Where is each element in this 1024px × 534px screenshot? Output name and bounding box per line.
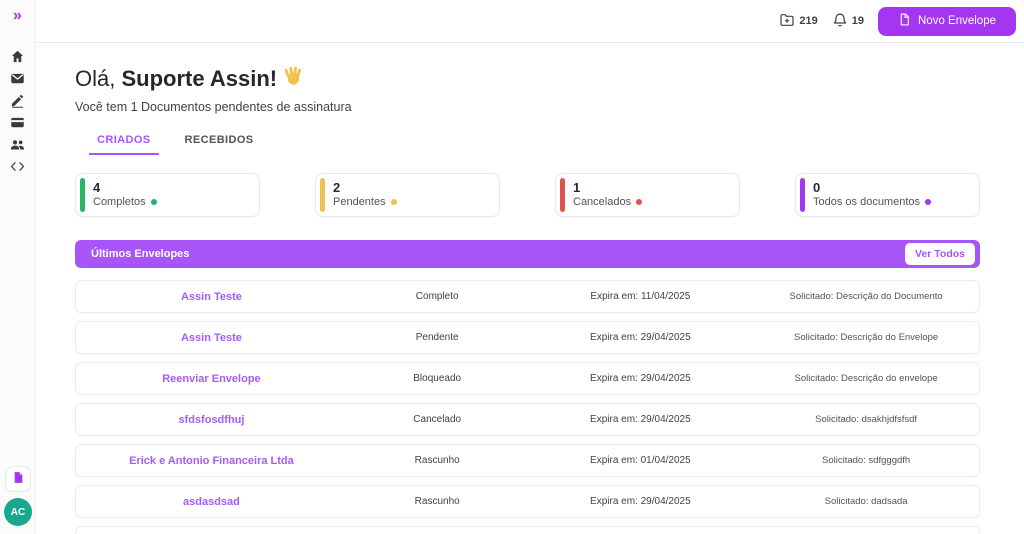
envelope-requested: Solicitado: Descrição do Envelope — [794, 332, 939, 343]
sidebar-item-mail[interactable] — [4, 72, 32, 87]
bell-icon — [832, 12, 848, 31]
topbar: 219 19 Novo Envelope — [36, 0, 1024, 43]
sidebar: » AC — [0, 0, 36, 534]
new-envelope-button[interactable]: Novo Envelope — [878, 6, 1016, 36]
chevrons-right-icon: » — [13, 7, 22, 24]
envelope-status: Bloqueado — [413, 373, 462, 384]
envelope-name-link[interactable]: sfdsfosdfhuj — [76, 414, 347, 426]
stat-count: 2 — [333, 180, 341, 195]
envelope-expires: Expira em: 29/04/2025 — [590, 496, 691, 507]
envelopes-table: Assin Teste Completo Expira em: 11/04/20… — [75, 280, 980, 534]
stat-label: Completos — [93, 196, 146, 209]
accent-bar — [80, 178, 85, 212]
accent-bar — [560, 178, 565, 212]
table-row[interactable]: Erick e Antonio Financeira Ltda Rascunho… — [75, 444, 980, 477]
content-column: 219 19 Novo Envelope Olá, Suporte Assin!… — [36, 0, 1024, 534]
greeting-prefix: Olá, — [75, 65, 122, 91]
sidebar-bottom: AC — [0, 466, 36, 526]
tabs: CRIADOS RECEBIDOS — [89, 130, 980, 155]
new-envelope-label: Novo Envelope — [918, 15, 996, 27]
sidebar-item-home[interactable] — [4, 50, 32, 65]
envelope-name-link[interactable]: Erick e Antonio Financeira Ltda — [76, 455, 347, 467]
stat-label: Pendentes — [333, 196, 386, 209]
envelope-expires: Expira em: 29/04/2025 — [590, 332, 691, 343]
envelope-status: Completo — [415, 291, 459, 302]
envelope-status: Rascunho — [414, 455, 460, 466]
pen-icon — [10, 93, 25, 111]
envelope-requested: Solicitado: Descrição do Documento — [789, 291, 943, 302]
file-icon — [898, 13, 911, 29]
stat-count: 0 — [813, 180, 821, 195]
notifications-count: 19 — [851, 15, 864, 27]
accent-bar — [320, 178, 325, 212]
envelope-name-link[interactable]: asdasdsad — [76, 496, 347, 508]
pending-documents-text: Você tem 1 Documentos pendentes de assin… — [75, 100, 352, 114]
section-title: Últimos Envelopes — [91, 248, 190, 260]
envelope-name-link[interactable]: Assin Teste — [76, 332, 347, 344]
sidebar-expand-button[interactable]: » — [13, 8, 22, 24]
main-content: Olá, Suporte Assin! Você tem 1 Documento… — [36, 43, 1024, 534]
envelope-status: Rascunho — [414, 496, 460, 507]
envelope-requested: Solicitado: Descrição do envelope — [794, 373, 938, 384]
sidebar-item-billing[interactable] — [4, 116, 32, 131]
stat-card-pendentes[interactable]: 2 Pendentes — [315, 173, 500, 217]
avatar[interactable]: AC — [4, 498, 32, 526]
status-dot — [150, 199, 157, 206]
status-dot — [390, 199, 397, 206]
table-row[interactable]: Reenviar Envelope Bloqueado Expira em: 2… — [75, 362, 980, 395]
status-dot — [636, 199, 643, 206]
envelope-expires: Expira em: 29/04/2025 — [590, 414, 691, 425]
code-icon — [10, 159, 25, 177]
envelope-status: Pendente — [415, 332, 459, 343]
page-title: Olá, Suporte Assin! — [75, 65, 980, 92]
sidebar-item-integrations[interactable] — [4, 160, 32, 175]
envelope-requested: Solicitado: sdfgggdfh — [822, 455, 911, 466]
folder-plus-icon — [779, 12, 795, 31]
stat-label: Cancelados — [573, 196, 632, 209]
notifications-counter[interactable]: 19 — [832, 12, 864, 31]
envelope-status: Cancelado — [413, 414, 462, 425]
stat-count: 1 — [573, 180, 581, 195]
sidebar-item-contacts[interactable] — [4, 138, 32, 153]
envelope-expires: Expira em: 29/04/2025 — [590, 373, 691, 384]
sidebar-nav — [4, 50, 32, 175]
envelope-name-link[interactable]: Reenviar Envelope — [76, 373, 347, 385]
avatar-initials: AC — [10, 506, 26, 518]
stat-card-completos[interactable]: 4 Completos — [75, 173, 260, 217]
stat-card-cancelados[interactable]: 1 Cancelados — [555, 173, 740, 217]
sidebar-item-signature[interactable] — [4, 94, 32, 109]
table-row[interactable]: asdasdsad Rascunho Expira em: 29/04/2025… — [75, 485, 980, 518]
waving-hand-emoji — [283, 65, 304, 92]
greeting-name: Suporte Assin! — [121, 65, 278, 91]
stat-count: 4 — [93, 180, 101, 195]
credit-card-icon — [10, 115, 25, 133]
sidebar-item-documents[interactable] — [5, 466, 31, 492]
stat-label: Todos os documentos — [813, 196, 921, 209]
mail-icon — [10, 71, 25, 89]
envelope-expires: Expira em: 11/04/2025 — [590, 291, 691, 302]
home-icon — [10, 49, 25, 67]
stat-cards: 4 Completos 2 Pendentes 1 Cancelados 0 T… — [75, 173, 980, 217]
envelope-requested: Solicitado: dadsada — [824, 496, 908, 507]
tab-recebidos[interactable]: RECEBIDOS — [177, 130, 262, 155]
latest-envelopes-header: Últimos Envelopes Ver Todos — [75, 240, 980, 268]
accent-bar — [800, 178, 805, 212]
envelope-requested: Solicitado: dsakhjdfsfsdf — [815, 414, 918, 425]
table-row[interactable]: Assin Teste Pendente Expira em: 29/04/20… — [75, 321, 980, 354]
table-row[interactable]: sfdsfosdfhuj Cancelado Expira em: 29/04/… — [75, 403, 980, 436]
app-window: » AC 219 19 Novo Envelope Olá, Suporte A… — [0, 0, 1024, 534]
envelopes-count: 219 — [799, 15, 818, 27]
table-row[interactable]: Assin Teste Completo Expira em: 11/04/20… — [75, 280, 980, 313]
tab-criados[interactable]: CRIADOS — [89, 130, 159, 155]
status-dot — [925, 199, 932, 206]
table-row[interactable]: Associação comercial Completo Expira em:… — [75, 526, 980, 534]
envelopes-counter[interactable]: 219 — [779, 12, 818, 31]
envelope-name-link[interactable]: Assin Teste — [76, 291, 347, 303]
stat-card-todos[interactable]: 0 Todos os documentos — [795, 173, 980, 217]
users-icon — [10, 137, 25, 155]
view-all-button[interactable]: Ver Todos — [905, 243, 975, 265]
envelope-expires: Expira em: 01/04/2025 — [590, 455, 691, 466]
document-icon — [12, 471, 25, 487]
